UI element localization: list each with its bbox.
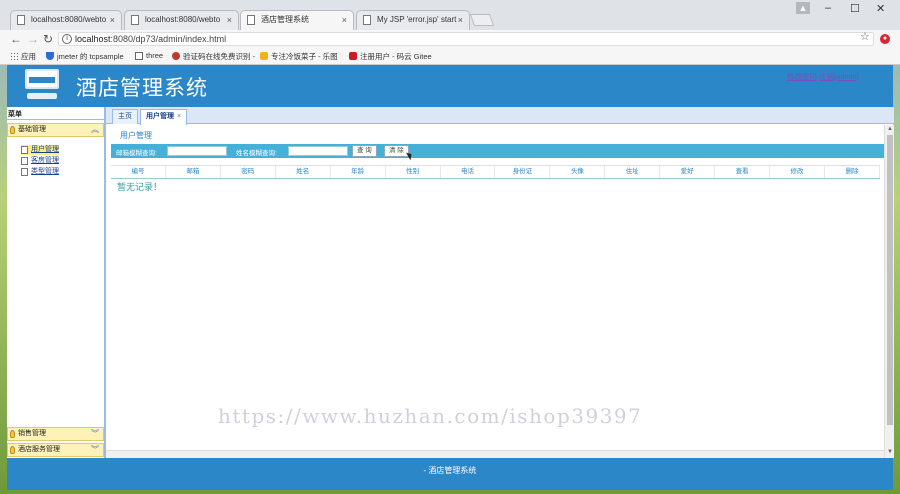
name-search-label: 姓名模糊查询: bbox=[236, 150, 277, 157]
address-bar-row: ← → ↻ i localhost:8080/dp73/admin/index.… bbox=[0, 30, 900, 48]
column-header[interactable]: 删除 bbox=[825, 166, 880, 178]
browser-tab-4[interactable]: My JSP 'error.jsp' start × bbox=[356, 10, 470, 30]
maximize-icon[interactable]: ☐ bbox=[850, 2, 860, 15]
column-header[interactable]: 邮箱 bbox=[166, 166, 221, 178]
name-search-input[interactable] bbox=[288, 146, 348, 156]
bookmark-jmeter[interactable]: jmeter 的 tcpsample bbox=[46, 51, 124, 62]
browser-tab-bar: localhost:8080/webto × localhost:8080/we… bbox=[0, 0, 900, 30]
page-icon bbox=[135, 52, 143, 60]
apps-grid-icon bbox=[10, 52, 18, 60]
shield-icon bbox=[46, 52, 54, 60]
column-header[interactable]: 住址 bbox=[605, 166, 661, 178]
close-tab-icon[interactable]: × bbox=[110, 11, 115, 29]
page-icon bbox=[131, 15, 139, 25]
close-tab-icon[interactable]: × bbox=[227, 11, 232, 29]
computer-logo-icon bbox=[25, 69, 59, 101]
logout-link[interactable]: 注销[admin] bbox=[819, 72, 859, 81]
column-header[interactable]: 电话 bbox=[441, 166, 496, 178]
query-button[interactable]: 查 询 bbox=[352, 145, 377, 157]
close-tab-icon[interactable]: × bbox=[177, 113, 181, 120]
page-icon bbox=[21, 168, 28, 176]
scroll-down-icon[interactable]: ▼ bbox=[887, 449, 893, 455]
page-icon bbox=[247, 15, 255, 25]
column-header[interactable]: 姓名 bbox=[276, 166, 331, 178]
page-icon bbox=[17, 15, 25, 25]
page-icon bbox=[21, 146, 28, 154]
bookmark-star-icon[interactable]: ☆ bbox=[860, 30, 870, 43]
column-header[interactable]: 性别 bbox=[386, 166, 441, 178]
bookmark-captcha[interactable]: 验证码在线免费识别 - bbox=[172, 51, 255, 62]
extension-icon[interactable]: ● bbox=[880, 34, 890, 44]
clear-button[interactable]: 清 除 bbox=[384, 145, 409, 157]
gitee-icon bbox=[349, 52, 357, 60]
sidebar: 菜单 基础管理 ︽ 用户管理 客房管理 类型管理 销售管理 ︾ 酒店服务管理 ︾ bbox=[7, 107, 105, 458]
app-footer: - 酒店管理系统 bbox=[7, 458, 893, 490]
search-toolbar: 邮箱模糊查询: 姓名模糊查询: 查 询 清 除 bbox=[111, 144, 884, 161]
sidebar-item-user-management[interactable]: 用户管理 bbox=[21, 145, 59, 155]
expand-chevron-icon[interactable]: ︾ bbox=[91, 444, 99, 456]
profile-icon[interactable]: ▲ bbox=[796, 2, 810, 14]
gear-icon bbox=[172, 52, 180, 60]
scrollbar-thumb[interactable] bbox=[887, 135, 893, 425]
column-header[interactable]: 修改 bbox=[770, 166, 825, 178]
email-search-input[interactable] bbox=[167, 146, 227, 156]
back-icon[interactable]: ← bbox=[10, 32, 22, 46]
page-icon bbox=[21, 157, 28, 165]
tab-home[interactable]: 主页 bbox=[112, 109, 138, 124]
column-header[interactable]: 身份证 bbox=[495, 166, 551, 178]
scroll-up-icon[interactable]: ▲ bbox=[887, 126, 893, 132]
close-tab-icon[interactable]: × bbox=[342, 11, 347, 29]
column-header[interactable]: 密码 bbox=[221, 166, 276, 178]
user-table-header: 编号 邮箱 密码 姓名 年龄 性别 电话 身份证 头像 住址 爱好 查看 修改 … bbox=[111, 165, 880, 179]
section-title: 用户管理 bbox=[120, 131, 152, 140]
info-icon[interactable]: i bbox=[62, 34, 72, 44]
close-tab-icon[interactable]: × bbox=[458, 11, 463, 29]
sidebar-item-room-management[interactable]: 客房管理 bbox=[21, 156, 59, 166]
vertical-scrollbar[interactable]: ▲ ▼ bbox=[884, 125, 894, 458]
browser-tab-1[interactable]: localhost:8080/webto × bbox=[10, 10, 122, 30]
app-header: 酒店管理系统 修改密码 注销[admin] bbox=[7, 65, 893, 107]
empty-table-message: 暂无记录！ bbox=[117, 182, 163, 192]
tab-user-management[interactable]: 用户管理 × bbox=[140, 109, 188, 125]
lightbulb-icon bbox=[10, 126, 15, 134]
hand-icon bbox=[260, 52, 268, 60]
column-header[interactable]: 编号 bbox=[111, 166, 166, 178]
close-window-icon[interactable]: ✕ bbox=[876, 2, 885, 15]
column-header[interactable]: 头像 bbox=[550, 166, 606, 178]
horizontal-scrollbar[interactable] bbox=[106, 450, 884, 458]
watermark-text: https://www.huzhan.com/ishop39397 bbox=[218, 404, 643, 428]
app-title: 酒店管理系统 bbox=[76, 77, 208, 100]
sidebar-group-basic[interactable]: 基础管理 ︽ bbox=[7, 123, 104, 137]
sidebar-item-type-management[interactable]: 类型管理 bbox=[21, 167, 59, 177]
change-password-link[interactable]: 修改密码 bbox=[787, 72, 817, 81]
lightbulb-icon bbox=[10, 446, 15, 454]
collapse-chevron-icon[interactable]: ︽ bbox=[91, 124, 99, 136]
top-links: 修改密码 注销[admin] bbox=[787, 71, 859, 82]
expand-chevron-icon[interactable]: ︾ bbox=[91, 428, 99, 440]
lightbulb-icon bbox=[10, 430, 15, 438]
mouse-cursor-icon bbox=[406, 150, 414, 161]
column-header[interactable]: 爱好 bbox=[660, 166, 716, 178]
reload-icon[interactable]: ↻ bbox=[43, 32, 53, 46]
minimize-icon[interactable]: – bbox=[825, 2, 831, 14]
sidebar-title: 菜单 bbox=[7, 107, 104, 120]
sidebar-group-hotel-service[interactable]: 酒店服务管理 ︾ bbox=[7, 443, 104, 457]
forward-icon[interactable]: → bbox=[27, 32, 39, 46]
browser-tab-2[interactable]: localhost:8080/webto × bbox=[124, 10, 239, 30]
bookmark-apps[interactable]: 应用 bbox=[10, 51, 36, 62]
browser-tab-3[interactable]: 酒店管理系统 × bbox=[240, 10, 354, 30]
column-header[interactable]: 查看 bbox=[715, 166, 771, 178]
column-header[interactable]: 年龄 bbox=[331, 166, 386, 178]
page-icon bbox=[363, 15, 371, 25]
content-tab-strip: 主页 用户管理 × bbox=[106, 107, 894, 125]
bookmarks-bar: 应用 jmeter 的 tcpsample three 验证码在线免费识别 - … bbox=[0, 48, 900, 65]
bookmark-gitee[interactable]: 注册用户 - 码云 Gitee bbox=[349, 51, 432, 62]
bookmark-letu[interactable]: 专注冷饭菜子 - 乐图 bbox=[260, 51, 338, 62]
url-input[interactable]: i localhost:8080/dp73/admin/index.html bbox=[58, 32, 874, 46]
sidebar-group-sales[interactable]: 销售管理 ︾ bbox=[7, 427, 104, 441]
bookmark-three[interactable]: three bbox=[135, 51, 163, 60]
new-tab-button[interactable] bbox=[469, 14, 495, 26]
email-search-label: 邮箱模糊查询: bbox=[116, 150, 157, 157]
